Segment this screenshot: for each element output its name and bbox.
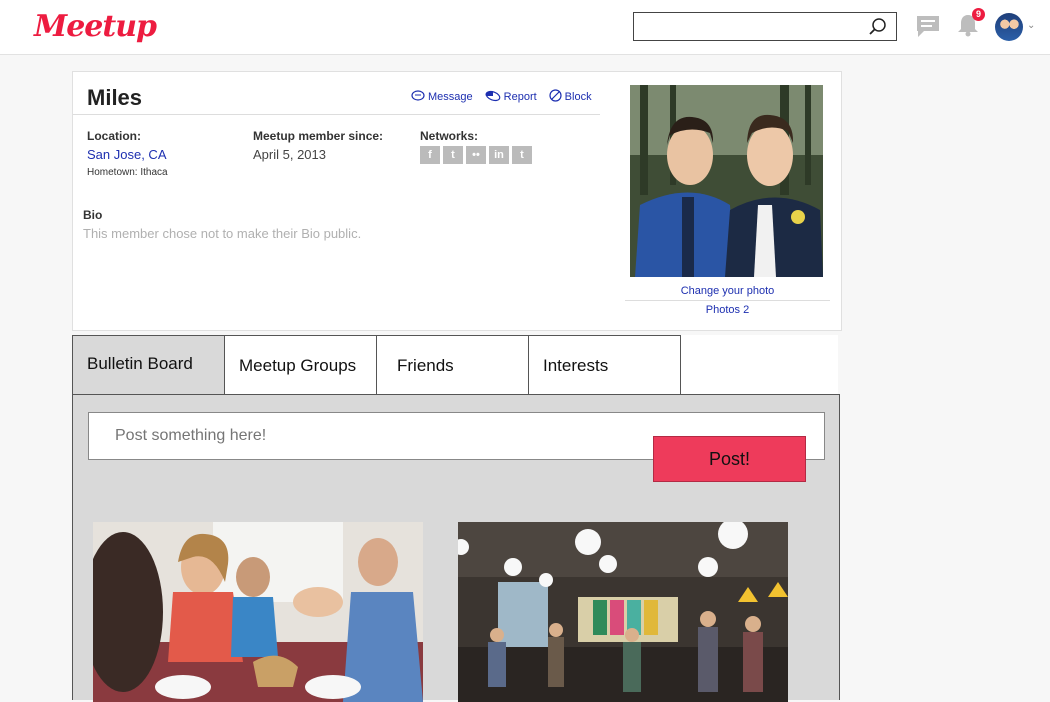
post-button[interactable]: Post! [653, 436, 806, 482]
tumblr-icon[interactable]: t [512, 146, 532, 164]
feed-photo-event-venue[interactable] [458, 522, 788, 702]
report-action[interactable]: Report [485, 89, 537, 105]
block-icon [549, 89, 562, 105]
twitter-icon[interactable]: t [443, 146, 463, 164]
profile-actions: Message Report Block [411, 89, 592, 105]
divider [625, 300, 830, 301]
profile-tabs: Bulletin Board Meetup Groups Friends Int… [72, 335, 838, 395]
top-navigation-bar: Meetup 9 ⌄ [0, 0, 1050, 55]
profile-card: Miles Message Report Block Location: San… [72, 71, 842, 331]
message-label: Message [428, 91, 473, 103]
bio-text: This member chose not to make their Bio … [83, 226, 362, 241]
notification-count-badge: 9 [972, 8, 985, 21]
hometown-text: Hometown: Ithaca [87, 167, 168, 178]
user-avatar[interactable] [995, 13, 1023, 41]
meetup-logo[interactable]: Meetup [34, 9, 157, 44]
tab-interests[interactable]: Interests [528, 335, 681, 395]
search-icon[interactable] [868, 17, 888, 42]
message-action[interactable]: Message [411, 89, 473, 105]
tab-meetup-groups[interactable]: Meetup Groups [224, 335, 377, 395]
tab-friends[interactable]: Friends [376, 335, 529, 395]
networks-list: f t •• in t [420, 146, 532, 164]
linkedin-icon[interactable]: in [489, 146, 509, 164]
divider [73, 114, 600, 115]
change-photo-link[interactable]: Change your photo [625, 285, 830, 297]
messages-icon[interactable] [914, 13, 942, 44]
report-label: Report [503, 91, 537, 103]
block-label: Block [564, 91, 592, 103]
member-since-value: April 5, 2013 [253, 147, 326, 162]
search-input[interactable] [634, 13, 859, 40]
location-label: Location: [87, 129, 141, 143]
facebook-icon[interactable]: f [420, 146, 440, 164]
networks-label: Networks: [420, 129, 479, 143]
profile-photo[interactable] [630, 85, 823, 277]
bulletin-board-panel: Post! [72, 394, 840, 702]
chevron-down-icon[interactable]: ⌄ [1027, 20, 1035, 31]
flickr-icon[interactable]: •• [466, 146, 486, 164]
chat-bubble-icon [411, 89, 425, 105]
tab-bulletin-board[interactable]: Bulletin Board [72, 335, 225, 395]
block-action[interactable]: Block [549, 89, 592, 105]
location-link[interactable]: San Jose, CA [87, 147, 167, 162]
bio-label: Bio [83, 208, 103, 222]
post-input[interactable] [89, 413, 629, 459]
search-box[interactable] [633, 12, 897, 41]
profile-name: Miles [87, 85, 143, 110]
feed-photo-group-meeting[interactable] [93, 522, 423, 702]
member-since-label: Meetup member since: [253, 129, 384, 143]
photos-link[interactable]: Photos 2 [625, 304, 830, 316]
report-icon [485, 90, 501, 105]
